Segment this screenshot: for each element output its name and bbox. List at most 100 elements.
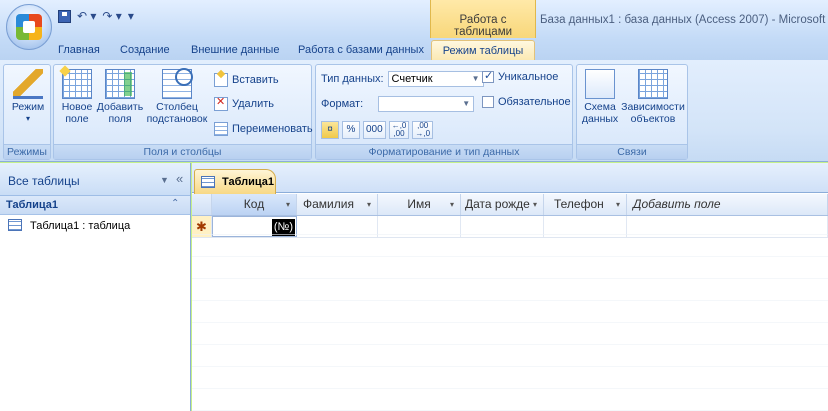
- increase-decimals-button[interactable]: ←,0 ,00: [388, 121, 410, 139]
- chevron-down-icon[interactable]: ▾: [533, 194, 537, 215]
- redo-icon[interactable]: ↷ ▾: [102, 9, 121, 23]
- table-icon: [8, 219, 22, 231]
- empty-grid-area: [192, 216, 828, 411]
- object-dependencies-button[interactable]: Зависимости объектов: [621, 69, 685, 125]
- tab-create[interactable]: Создание: [120, 40, 170, 60]
- column-header-label: Дата рожде: [465, 197, 530, 211]
- tab-database-tools[interactable]: Работа с базами данных: [298, 40, 424, 60]
- relationships-label: Схема данных: [581, 101, 619, 125]
- view-button-label: Режим: [11, 101, 45, 113]
- required-checkbox[interactable]: Обязательное: [482, 96, 571, 108]
- column-header-add-field[interactable]: Добавить поле: [627, 194, 828, 215]
- add-fields-label: Добавить поля: [96, 101, 144, 125]
- ribbon: Режим ▾ Режимы Новое поле Добавить поля …: [0, 60, 828, 162]
- format-row: Формат: ▼: [321, 96, 475, 112]
- undo-icon[interactable]: ↶ ▾: [77, 9, 96, 23]
- insert-label: Вставить: [232, 74, 279, 86]
- nav-item-label: Таблица1 : таблица: [30, 220, 131, 232]
- office-button[interactable]: [6, 4, 52, 50]
- unique-checkbox[interactable]: Уникальное: [482, 69, 559, 83]
- group-fields-columns: Новое поле Добавить поля Столбец подстан…: [53, 64, 313, 160]
- thousands-button[interactable]: 000: [363, 121, 386, 139]
- column-header-telefon[interactable]: Телефон ▾: [544, 194, 627, 215]
- format-select[interactable]: ▼: [378, 96, 475, 112]
- chevron-down-icon[interactable]: ▾: [286, 194, 290, 215]
- number-format-buttons: ¤ % 000 ←,0 ,00 ,00 →,0: [321, 121, 434, 139]
- tab-home[interactable]: Главная: [58, 40, 100, 60]
- document-tab-table1[interactable]: Таблица1: [194, 169, 276, 194]
- checkbox-unchecked-icon: [482, 96, 494, 108]
- add-fields-button[interactable]: Добавить поля: [96, 69, 144, 125]
- rename-button[interactable]: Переименовать: [214, 122, 313, 136]
- select-all-corner[interactable]: [192, 194, 212, 215]
- ribbon-tabs: Главная Создание Внешние данные Работа с…: [0, 38, 828, 60]
- collapse-pane-icon[interactable]: «: [176, 171, 183, 186]
- column-header-row: Код ▾ Фамилия ▾ Имя ▾ Дата рожде ▾ Телеф…: [192, 194, 828, 216]
- chevron-down-icon[interactable]: ▾: [616, 194, 620, 215]
- new-field-button[interactable]: Новое поле: [58, 69, 96, 125]
- nav-group-label: Таблица1: [6, 199, 58, 211]
- document-area: Таблица1 Код ▾ Фамилия ▾ Имя ▾ Дата рожд…: [192, 163, 828, 411]
- quick-access-toolbar: ↶ ▾ ↷ ▾ ▾: [58, 6, 134, 26]
- relationships-button[interactable]: Схема данных: [581, 69, 619, 125]
- document-tab-label: Таблица1: [222, 176, 274, 188]
- tab-external-data[interactable]: Внешние данные: [191, 40, 279, 60]
- insert-button[interactable]: Вставить: [214, 73, 279, 87]
- chevron-down-icon: ▾: [25, 114, 30, 123]
- currency-icon[interactable]: ¤: [321, 121, 339, 139]
- nav-group-header[interactable]: Таблица1 ⌃: [0, 196, 190, 215]
- view-button[interactable]: Режим ▾: [8, 69, 48, 125]
- collapse-group-icon[interactable]: ⌃: [171, 198, 179, 209]
- lookup-column-button[interactable]: Столбец подстановок: [146, 68, 208, 125]
- required-label: Обязательное: [498, 96, 571, 108]
- document-tabs: Таблица1: [192, 163, 828, 194]
- column-header-data-rozhdeniya[interactable]: Дата рожде ▾: [461, 194, 544, 215]
- insert-column-icon: [214, 73, 228, 87]
- customize-qat-icon[interactable]: ▾: [128, 9, 134, 23]
- office-logo-icon: [16, 14, 42, 40]
- object-dependencies-label: Зависимости объектов: [621, 101, 685, 125]
- data-type-label: Тип данных:: [321, 73, 384, 85]
- nav-pane-header[interactable]: Все таблицы ▼ «: [0, 163, 190, 196]
- column-header-familiya[interactable]: Фамилия ▾: [297, 194, 378, 215]
- tab-datasheet[interactable]: Режим таблицы: [431, 40, 535, 60]
- checkbox-checked-icon: [482, 69, 494, 83]
- chevron-down-icon: ▼: [471, 74, 480, 83]
- format-label: Формат:: [321, 98, 364, 110]
- window-title: База данных1 : база данных (Access 2007)…: [540, 14, 828, 26]
- chevron-down-icon[interactable]: ▾: [450, 194, 454, 215]
- table-icon: [201, 176, 215, 188]
- relationships-icon: [585, 69, 615, 99]
- rename-label: Переименовать: [232, 123, 313, 135]
- group-formatting-label: Форматирование и тип данных: [316, 144, 572, 159]
- group-relationships: Схема данных Зависимости объектов Связи: [576, 64, 688, 160]
- data-type-select[interactable]: Счетчик ▼: [387, 71, 484, 87]
- delete-button[interactable]: Удалить: [214, 95, 274, 111]
- rename-column-icon: [214, 122, 228, 136]
- object-dependencies-icon: [638, 69, 668, 99]
- nav-item-table1[interactable]: Таблица1 : таблица: [0, 215, 190, 237]
- chevron-down-icon: ▼: [462, 99, 471, 108]
- chevron-down-icon[interactable]: ▾: [367, 194, 371, 215]
- percent-button[interactable]: %: [342, 121, 360, 139]
- group-relationships-label: Связи: [577, 144, 687, 159]
- view-design-icon: [13, 69, 43, 99]
- column-header-label: Код: [243, 197, 265, 211]
- lookup-column-icon: [162, 68, 193, 99]
- lookup-column-label: Столбец подстановок: [146, 101, 208, 125]
- column-header-kod[interactable]: Код ▾: [212, 194, 297, 215]
- chevron-down-icon[interactable]: ▼: [160, 175, 169, 185]
- group-views-label: Режимы: [4, 144, 50, 159]
- data-type-row: Тип данных: Счетчик ▼: [321, 71, 484, 87]
- column-header-label: Фамилия: [303, 197, 354, 211]
- unique-label: Уникальное: [498, 71, 559, 83]
- add-fields-icon: [105, 69, 135, 99]
- save-icon[interactable]: [58, 9, 71, 23]
- group-formatting: Тип данных: Счетчик ▼ Формат: ▼ Уникальн…: [315, 64, 573, 160]
- data-type-value: Счетчик: [391, 73, 433, 85]
- delete-column-icon: [214, 95, 228, 111]
- column-header-imya[interactable]: Имя ▾: [378, 194, 461, 215]
- navigation-pane: Все таблицы ▼ « Таблица1 ⌃ Таблица1 : та…: [0, 163, 191, 411]
- decrease-decimals-button[interactable]: ,00 →,0: [412, 121, 434, 139]
- new-field-icon: [62, 69, 92, 99]
